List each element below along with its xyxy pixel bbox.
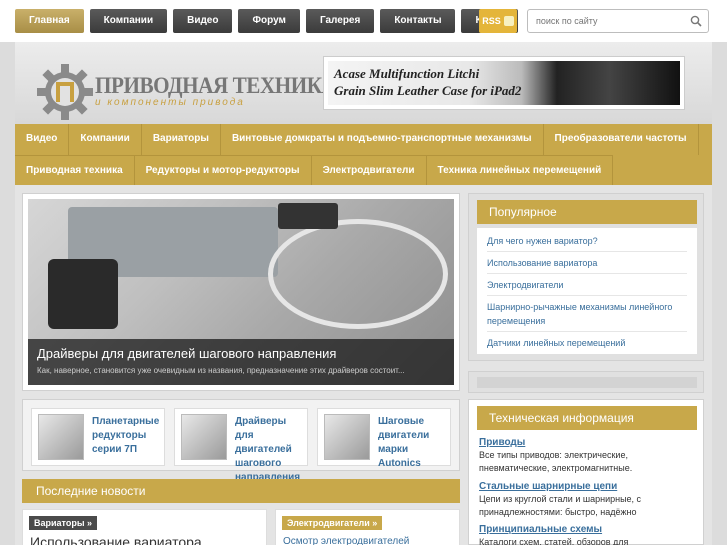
slider-photo-motor: [48, 259, 118, 329]
news-title[interactable]: Использование вариатора: [30, 534, 202, 545]
tech-info-title[interactable]: Приводы: [479, 436, 699, 449]
cat-linear-motion[interactable]: Техника линейных перемещений: [427, 156, 614, 185]
thumbnail-item[interactable]: Драйверы для двигателей шагового направл…: [174, 408, 308, 483]
topnav-gallery[interactable]: Галерея: [305, 9, 375, 33]
cat-drive-tech[interactable]: Приводная техника: [15, 156, 135, 185]
category-row-2: Приводная техника Редукторы и мотор-реду…: [15, 155, 614, 185]
top-bar: Главная Компании Видео Форум Галерея Кон…: [0, 0, 727, 42]
news-category-tag[interactable]: Электродвигатели »: [282, 516, 383, 530]
rss-label: RSS: [482, 16, 501, 26]
site-logo[interactable]: ПРИВОДНАЯ ТЕХНИКА и компоненты привода: [37, 64, 357, 120]
banner-image: Acase Multifunction Litchi Grain Slim Le…: [328, 61, 680, 105]
banner-line-1: Acase Multifunction Litchi: [334, 66, 480, 81]
topnav-companies[interactable]: Компании: [89, 9, 168, 33]
search-icon[interactable]: [690, 15, 702, 27]
cat-companies[interactable]: Компании: [69, 124, 142, 155]
cat-variators[interactable]: Вариаторы: [142, 124, 221, 155]
cat-screw-jacks[interactable]: Винтовые домкраты и подъемно-транспортны…: [221, 124, 544, 155]
category-row-1: Видео Компании Вариаторы Винтовые домкра…: [15, 124, 699, 155]
logo-title: ПРИВОДНАЯ ТЕХНИКА: [95, 73, 337, 98]
tech-info-desc: Каталоги схем, статей, обзоров для: [479, 537, 629, 545]
site-header: ПРИВОДНАЯ ТЕХНИКА и компоненты привода A…: [15, 42, 712, 124]
thumbnail-item[interactable]: Планетарные редукторы серии 7П: [31, 408, 165, 466]
topnav-contacts[interactable]: Контакты: [380, 9, 456, 33]
search-input[interactable]: [528, 10, 678, 32]
slider-photo-cable: [268, 219, 448, 329]
featured-slider[interactable]: Драйверы для двигателей шагового направл…: [22, 193, 460, 391]
popular-item[interactable]: Для чего нужен вариатор?: [487, 230, 687, 252]
tech-info-desc: Все типы приводов: электрические, пневма…: [479, 450, 633, 473]
topnav-home[interactable]: Главная: [15, 9, 84, 33]
tech-info-header: Техническая информация: [477, 406, 697, 430]
rss-button[interactable]: RSS: [479, 9, 517, 33]
logo-text: ПРИВОДНАЯ ТЕХНИКА и компоненты привода: [95, 73, 357, 109]
news-title[interactable]: Осмотр электродвигателей: [283, 536, 409, 545]
slider-description: Как, наверное, становится уже очевидным …: [37, 366, 405, 375]
thumbnail-image: [181, 414, 227, 460]
category-nav: Видео Компании Вариаторы Винтовые домкра…: [15, 124, 712, 185]
sidebar-spacer: [468, 371, 704, 393]
logo-subtitle: и компоненты привода: [95, 97, 245, 108]
thumbnail-label: Драйверы для двигателей шагового направл…: [235, 416, 301, 483]
popular-item[interactable]: Датчики линейных перемещений: [487, 332, 687, 353]
slider-thumbnails: Планетарные редукторы серии 7П Драйверы …: [22, 399, 460, 483]
thumbnail-label: Шаговые двигатели марки Autonics: [378, 416, 430, 469]
cat-gearboxes[interactable]: Редукторы и мотор-редукторы: [135, 156, 312, 185]
popular-list: Для чего нужен вариатор? Использование в…: [477, 228, 697, 354]
news-category-tag[interactable]: Вариаторы »: [29, 516, 98, 530]
news-column-1: Вариаторы » Использование вариатора: [22, 509, 267, 545]
gear-logo-icon: [37, 64, 93, 120]
tech-info-item: Приводы Все типы приводов: электрические…: [479, 436, 699, 475]
slider-caption: Драйверы для двигателей шагового направл…: [28, 339, 454, 385]
popular-header: Популярное: [477, 200, 697, 224]
banner-line-2: Grain Slim Leather Case for iPad2: [334, 83, 522, 98]
popular-item[interactable]: Электродвигатели: [487, 274, 687, 296]
rss-icon: [503, 16, 514, 26]
slider-title[interactable]: Драйверы для двигателей шагового направл…: [37, 345, 445, 363]
cat-electric-motors[interactable]: Электродвигатели: [312, 156, 427, 185]
header-ad-banner[interactable]: Acase Multifunction Litchi Grain Slim Le…: [323, 56, 685, 110]
topnav-forum[interactable]: Форум: [238, 9, 300, 33]
thumbnail-item[interactable]: Шаговые двигатели марки Autonics: [317, 408, 451, 469]
topnav-video[interactable]: Видео: [173, 9, 233, 33]
tech-info-item: Принципиальные схемы Каталоги схем, стат…: [479, 523, 699, 545]
top-nav: Главная Компании Видео Форум Галерея Кон…: [15, 9, 518, 33]
tech-info-title[interactable]: Принципиальные схемы: [479, 523, 699, 536]
latest-news-header: Последние новости: [22, 479, 460, 503]
news-column-2: Электродвигатели » Осмотр электродвигате…: [275, 509, 460, 545]
thumbnail-image: [38, 414, 84, 460]
thumbnail-image: [324, 414, 370, 460]
cat-frequency-converters[interactable]: Преобразователи частоты: [544, 124, 699, 155]
banner-text: Acase Multifunction Litchi Grain Slim Le…: [334, 65, 521, 99]
tech-info-desc: Цепи из круглой стали и шарнирные, с при…: [479, 494, 642, 517]
tech-info-title[interactable]: Стальные шарнирные цепи: [479, 480, 699, 493]
slider-photo-connector: [278, 203, 338, 229]
slider-image: Драйверы для двигателей шагового направл…: [28, 199, 454, 385]
search-box: [527, 9, 709, 33]
tech-info-widget: Техническая информация Приводы Все типы …: [468, 399, 704, 545]
popular-widget: Популярное Для чего нужен вариатор? Испо…: [468, 193, 704, 361]
cat-video[interactable]: Видео: [15, 124, 70, 155]
tech-info-item: Стальные шарнирные цепи Цепи из круглой …: [479, 480, 699, 519]
popular-item[interactable]: Использование вариатора: [487, 252, 687, 274]
thumbnail-label: Планетарные редукторы серии 7П: [92, 416, 160, 455]
popular-item[interactable]: Шарнирно-рычажные механизмы линейного пе…: [487, 296, 687, 332]
sidebar-spacer-bar: [477, 377, 697, 388]
